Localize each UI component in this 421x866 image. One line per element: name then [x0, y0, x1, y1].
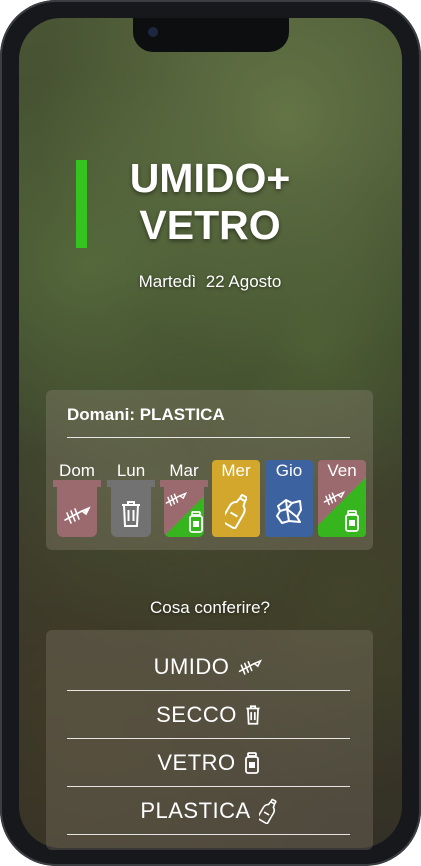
bottle-icon [258, 798, 277, 824]
day-label: Ven [327, 461, 357, 480]
guide-item-secco[interactable]: SECCO [67, 691, 350, 739]
guide-item-label: UMIDO [153, 654, 230, 679]
jar-icon [318, 508, 366, 534]
day-label: Gio [275, 461, 303, 480]
jar-icon [160, 510, 208, 534]
day-tuesday[interactable]: Mar [160, 460, 208, 537]
collection-date: Martedì 22 Agosto [138, 272, 282, 291]
day-label: Dom [59, 461, 95, 480]
day-wednesday[interactable]: Mer [212, 460, 260, 537]
day-friday[interactable]: Ven [318, 460, 366, 537]
fish-bone-icon [318, 488, 366, 508]
trash-icon [107, 496, 155, 532]
day-monday[interactable]: Lun [107, 460, 155, 537]
guide-item-label: VETRO [157, 750, 236, 775]
day-label: Mer [221, 461, 251, 480]
guide-item-vetro[interactable]: VETRO [67, 739, 350, 787]
guide-divider [67, 834, 350, 835]
guide-item-umido[interactable]: UMIDO [67, 643, 350, 691]
guide-item-label: PLASTICA [140, 798, 251, 823]
week-divider [67, 437, 350, 438]
guide-item-plastica[interactable]: PLASTICA [67, 787, 350, 835]
fish-bone-icon [160, 488, 208, 510]
guide-question: Cosa conferire? [149, 598, 270, 617]
jar-icon [244, 752, 259, 774]
fish-bone-icon [53, 498, 101, 532]
day-label: Lun [116, 461, 146, 480]
title-line-1: UMIDO+ [129, 155, 291, 201]
bottle-icon [212, 488, 260, 534]
title-line-2: VETRO [139, 202, 281, 248]
accent-bar [76, 160, 87, 248]
tomorrow-label: Domani: PLASTICA [67, 405, 225, 424]
fish-bone-icon [239, 659, 263, 675]
crumpled-paper-icon [265, 488, 313, 534]
camera [148, 27, 158, 37]
trash-icon [246, 705, 260, 725]
day-thursday[interactable]: Gio [265, 460, 313, 537]
guide-item-label: SECCO [156, 702, 237, 727]
day-label: Mar [169, 461, 199, 480]
day-sunday[interactable]: Dom [53, 460, 101, 537]
collection-title: UMIDO+ VETRO [110, 155, 310, 249]
